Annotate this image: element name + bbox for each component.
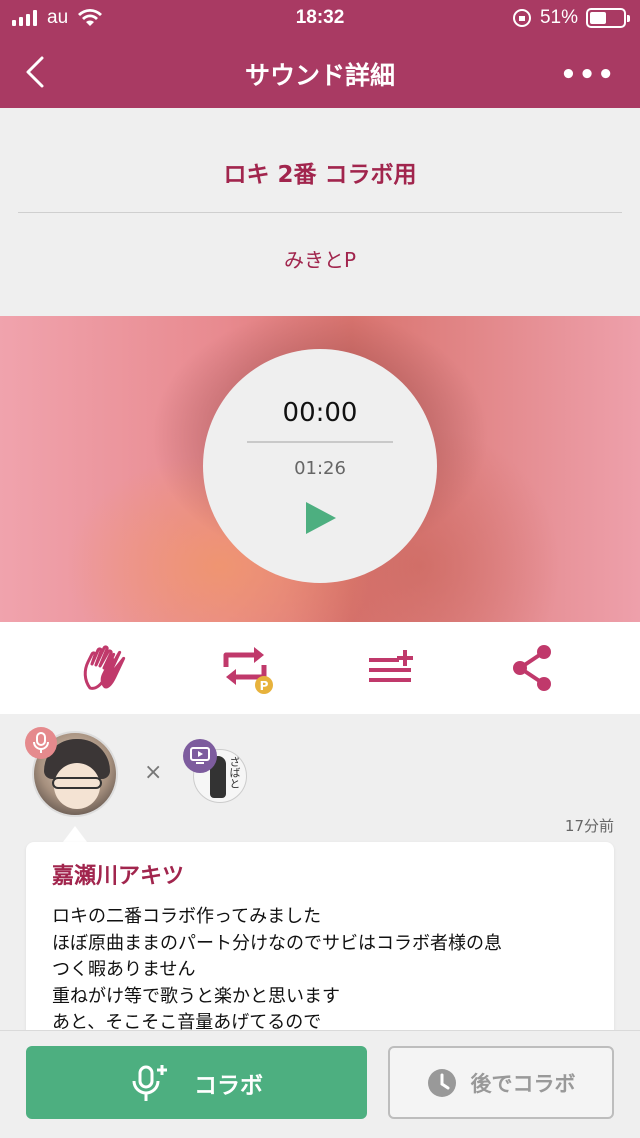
later-button-label: 後でコラボ [470,1071,576,1096]
description-line: つく暇ありません [52,959,196,980]
description-line: ほぼ原曲ままのパート分けなのでサビはコラボ者様の息 [52,932,502,954]
status-bar: au 18:32 51% [0,0,640,36]
collab-button[interactable]: コラボ [26,1046,367,1119]
description-text: ロキの二番コラボ作ってみました ほぼ原曲ままのパート分けなのでサビはコラボ者様の… [52,904,604,1037]
mic-add-icon [132,1064,167,1101]
battery-percent: 51% [539,7,578,28]
microphone-icon [25,727,57,759]
posted-ago: 17分前 [564,817,614,835]
creator-name[interactable]: 嘉瀬川アキツ [52,858,184,890]
time-divider [247,441,393,443]
collab-button-label: コラボ [194,1072,263,1099]
total-time: 01:26 [294,458,346,479]
clock-icon [427,1068,456,1097]
add-to-playlist-icon [369,650,413,682]
video-icon [183,739,217,773]
clap-button[interactable] [66,622,146,714]
play-icon[interactable] [304,500,338,536]
action-bar: P [0,622,640,714]
repost-icon: P [223,647,273,694]
description-line: 重ねがけ等で歌うと楽かと思います [52,985,340,1007]
collab-cross: × [144,760,163,785]
description-line: ロキの二番コラボ作ってみました [52,906,322,927]
repost-button[interactable]: P [206,622,286,714]
share-button[interactable] [492,622,572,714]
divider [18,212,622,213]
rotation-lock-icon [512,9,531,27]
later-button[interactable]: 後でコラボ [388,1046,614,1119]
partner-avatar-text: ざばと [228,756,241,789]
add-to-playlist-button[interactable] [352,622,432,714]
page-title: サウンド詳細 [244,61,395,90]
card-pointer [63,826,87,842]
share-icon [513,645,551,691]
more-menu-button[interactable]: ••• [560,60,616,90]
current-time: 00:00 [282,398,358,428]
svg-text:P: P [260,679,269,693]
clap-icon [83,645,126,690]
status-right: 51% [512,7,630,29]
artist-link[interactable]: みきとP [0,244,640,273]
battery-icon [586,8,630,28]
top-bar: au 18:32 51% サウンド詳細 ••• [0,0,640,108]
sound-title: ロキ 2番 コラボ用 [223,162,417,188]
